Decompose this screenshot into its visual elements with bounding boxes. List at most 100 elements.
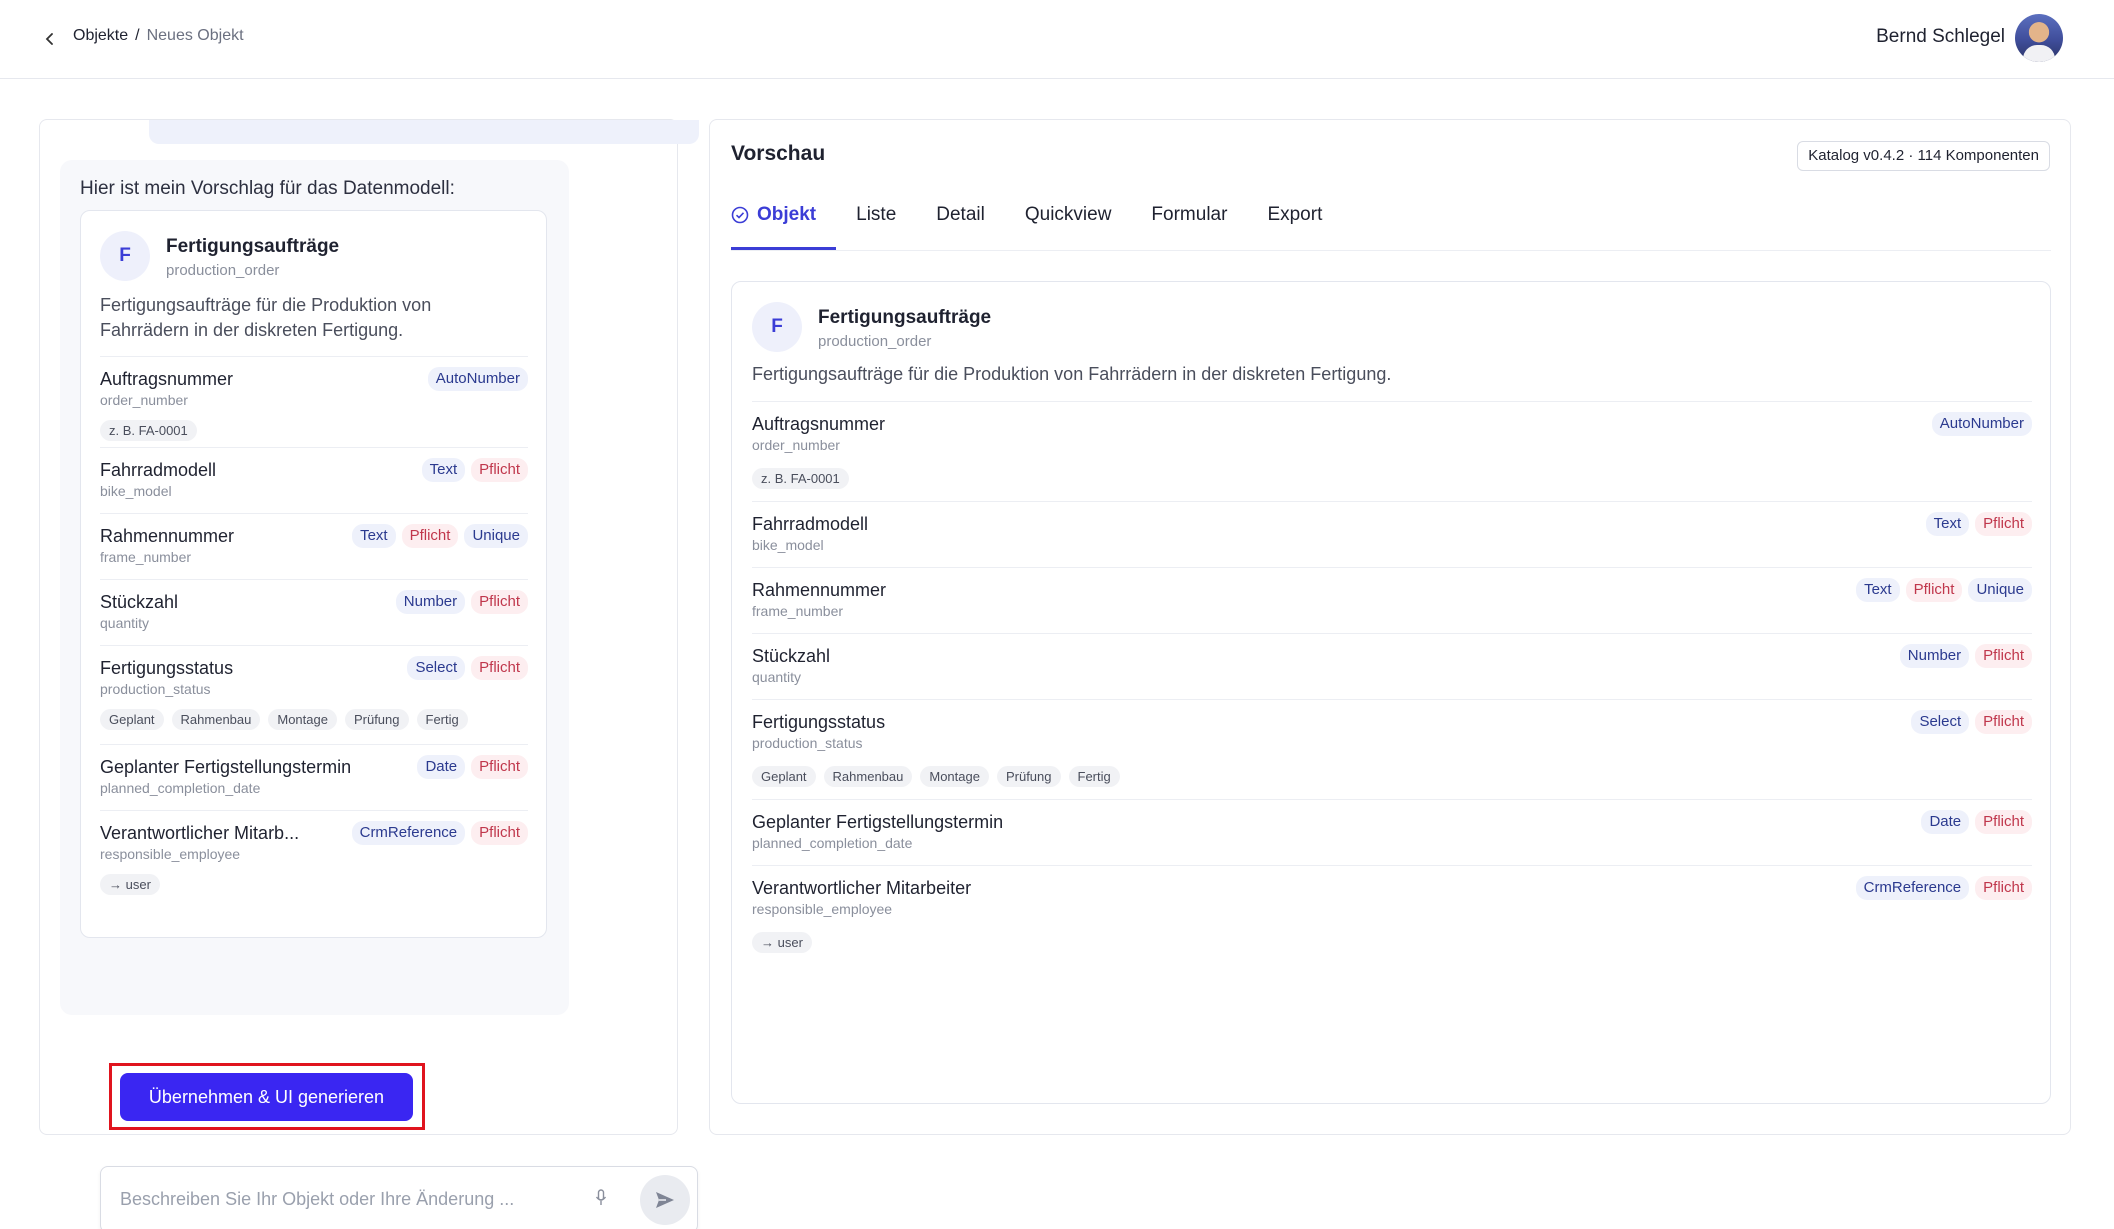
tab-formular[interactable]: Formular <box>1131 198 1247 250</box>
preview-field-name: Auftragsnummer <box>752 414 886 434</box>
preview-field-row: Verantwortlicher Mitarbeiter responsible_… <box>752 865 2032 965</box>
preview-option-chip: → user <box>752 932 812 953</box>
field-key: quantity <box>100 615 150 631</box>
breadcrumb-objekte-link[interactable]: Objekte <box>73 27 128 45</box>
object-description: Fertigungsaufträge für die Produktion vo… <box>100 295 432 340</box>
preview-field-chips: → user <box>752 932 812 953</box>
field-chips: → user <box>100 874 160 895</box>
field-row: Rahmennummer frame_number Text Pflicht Uniqu… <box>100 513 528 579</box>
badge-text: Text <box>352 524 396 548</box>
chat-input-box <box>100 1166 698 1229</box>
preview-badge-date: Date <box>1921 810 1970 834</box>
field-badges: Number Pflicht <box>395 590 528 614</box>
field-name: Stückzahl <box>100 592 179 612</box>
preview-field-name: Fahrradmodell <box>752 514 869 534</box>
preview-badge-pflicht: Pflicht <box>1975 876 2032 900</box>
field-row: Stückzahl quantity Number Pflicht <box>100 579 528 645</box>
badge-pflicht: Pflicht <box>471 590 528 614</box>
badge-pflicht: Pflicht <box>471 755 528 779</box>
badge-pflicht: Pflicht <box>401 524 459 548</box>
check-circle-icon <box>731 206 749 224</box>
breadcrumb-separator: / <box>135 27 140 44</box>
preview-option-chip: Montage <box>920 766 989 787</box>
back-icon[interactable] <box>37 26 63 52</box>
preview-field-key: responsible_employee <box>752 901 893 917</box>
breadcrumb: Objekte / Neues Objekt <box>73 27 244 45</box>
preview-panel: Vorschau Katalog v0.4.2 · 114 Komponente… <box>709 119 2071 1135</box>
preview-field-name: Stückzahl <box>752 646 831 666</box>
badge-text: Text <box>421 458 466 482</box>
field-key: order_number <box>100 392 188 408</box>
preview-object-description: Fertigungsaufträge für die Produktion vo… <box>752 364 1392 384</box>
field-key: planned_completion_date <box>100 780 261 796</box>
badge-crmreference: CrmReference <box>351 821 466 845</box>
assistant-intro-text: Hier ist mein Vorschlag für das Datenmod… <box>80 178 455 199</box>
preview-field-row: Fahrradmodell bike_model Text Pflicht <box>752 501 2032 567</box>
avatar[interactable] <box>2015 14 2063 62</box>
badge-unique: Unique <box>464 524 528 548</box>
tab-liste[interactable]: Liste <box>836 198 916 250</box>
tab-quickview[interactable]: Quickview <box>1005 198 1132 250</box>
option-chip: z. B. FA-0001 <box>100 420 197 441</box>
tab-export[interactable]: Export <box>1247 198 1342 250</box>
object-initial-icon: F <box>100 231 150 281</box>
preview-field-row: Stückzahl quantity Number Pflicht <box>752 633 2032 699</box>
chat-input[interactable] <box>120 1189 580 1210</box>
field-chips: z. B. FA-0001 <box>100 420 197 441</box>
field-name: Fahrradmodell <box>100 460 217 480</box>
tabs-divider <box>731 250 2051 251</box>
badge-select: Select <box>407 656 466 680</box>
send-button[interactable] <box>640 1175 690 1225</box>
preview-field-row: Rahmennummer frame_number Text Pflicht Uniqu… <box>752 567 2032 633</box>
field-row: Fahrradmodell bike_model Text Pflicht <box>100 447 528 513</box>
tab-objekt-label: Objekt <box>757 204 817 225</box>
preview-tabs: Objekt Liste Detail Quickview Formular E… <box>731 198 1342 250</box>
preview-badge-unique: Unique <box>1968 578 2032 602</box>
tab-objekt[interactable]: Objekt <box>731 198 837 250</box>
preview-object-title: Fertigungsaufträge <box>818 307 992 328</box>
preview-option-chip: z. B. FA-0001 <box>752 468 849 489</box>
send-icon <box>656 1192 674 1208</box>
user-message-bubble <box>149 120 699 144</box>
field-name: Fertigungsstatus <box>100 658 234 678</box>
user-name[interactable]: Bernd Schlegel <box>1876 26 2005 48</box>
preview-field-name: Rahmennummer <box>752 580 887 600</box>
badge-pflicht: Pflicht <box>471 821 528 845</box>
microphone-icon[interactable] <box>595 1189 611 1211</box>
preview-field-badges: Text Pflicht <box>1925 512 2032 536</box>
preview-title: Vorschau <box>731 142 826 165</box>
option-chip: → user <box>100 874 160 895</box>
preview-badge-pflicht: Pflicht <box>1975 710 2032 734</box>
preview-option-chip: Rahmenbau <box>823 766 913 787</box>
field-row: Auftragsnummer order_number AutoNumber z. B… <box>100 356 528 447</box>
preview-badge-pflicht: Pflicht <box>1905 578 1963 602</box>
preview-option-chip: Geplant <box>752 766 816 787</box>
field-badges: CrmReference Pflicht <box>351 821 528 845</box>
object-header: F Fertigungsaufträge production_order <box>100 231 339 281</box>
chat-panel: Hier ist mein Vorschlag für das Datenmod… <box>39 119 699 1229</box>
object-key: production_order <box>166 262 280 279</box>
option-chip: Montage <box>268 709 337 730</box>
field-key: bike_model <box>100 483 172 499</box>
catalog-version-badge: Katalog v0.4.2 · 114 Komponenten <box>1797 141 2050 171</box>
preview-field-key: quantity <box>752 669 802 685</box>
preview-object-key: production_order <box>818 333 932 350</box>
preview-option-chip: Fertig <box>1068 766 1120 787</box>
preview-field-badges: Text Pflicht Unique <box>1856 578 2032 602</box>
apply-generate-ui-button[interactable]: Übernehmen & UI generieren <box>120 1073 413 1121</box>
preview-badge-text: Text <box>1856 578 1900 602</box>
preview-field-chips: z. B. FA-0001 <box>752 468 849 489</box>
preview-badge-autonumber: AutoNumber <box>1931 412 2032 436</box>
preview-badge-pflicht: Pflicht <box>1975 512 2032 536</box>
preview-field-badges: AutoNumber <box>1931 412 2032 436</box>
field-badges: Select Pflicht <box>407 656 528 680</box>
preview-field-badges: Number Pflicht <box>1899 644 2032 668</box>
option-chip: Prüfung <box>344 709 409 730</box>
preview-field-name: Fertigungsstatus <box>752 712 886 732</box>
field-key: responsible_employee <box>100 846 241 862</box>
option-chip: Fertig <box>416 709 468 730</box>
preview-field-chips: Geplant Rahmenbau Montage Prüfung Fertig <box>752 766 1120 787</box>
field-badges: Text Pflicht <box>421 458 528 482</box>
tab-detail[interactable]: Detail <box>916 198 1005 250</box>
preview-object-initial-icon: F <box>752 302 802 352</box>
